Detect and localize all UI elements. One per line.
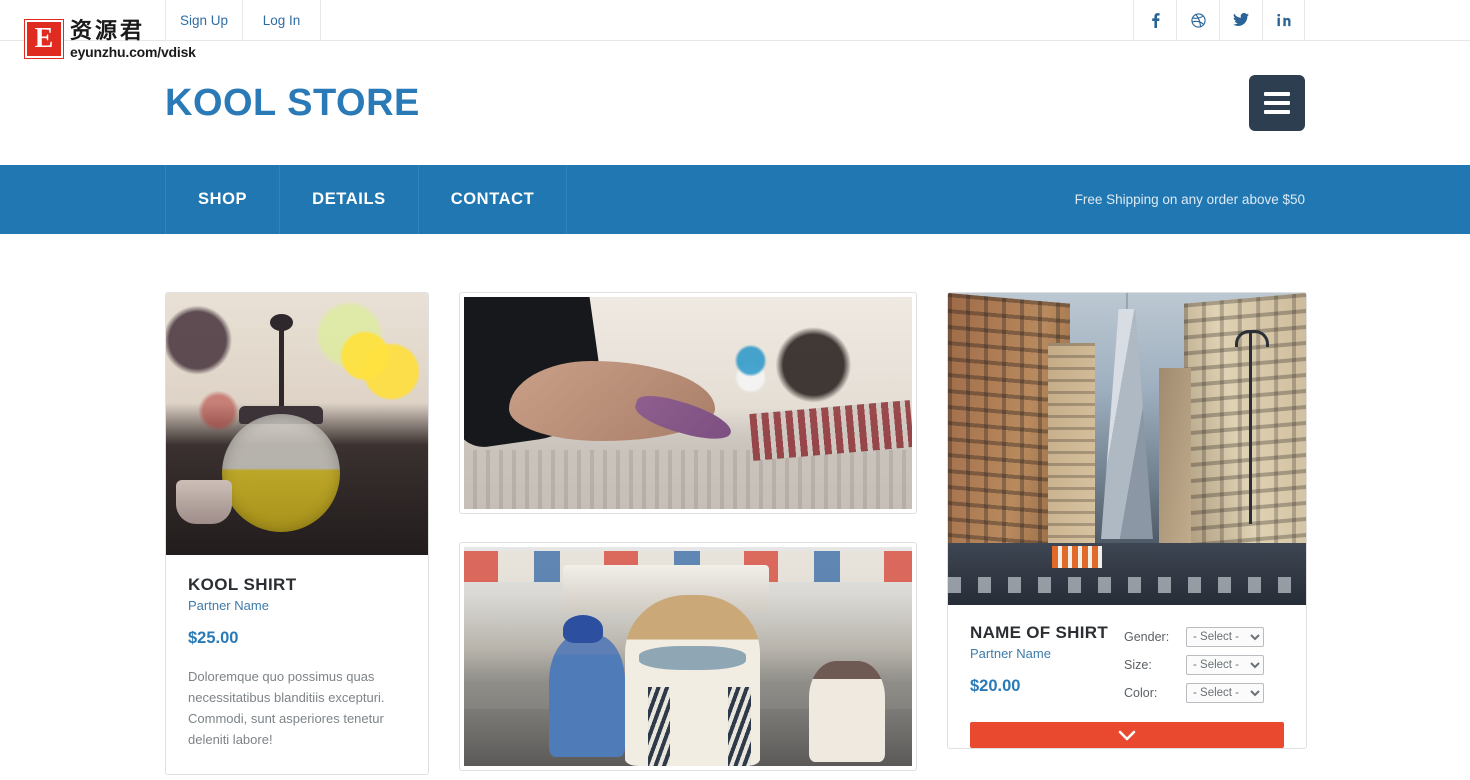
city-road bbox=[948, 542, 1306, 605]
dribbble-icon[interactable] bbox=[1176, 0, 1219, 40]
gender-select[interactable]: - Select - bbox=[1186, 627, 1264, 647]
city-tower-main bbox=[1101, 308, 1153, 540]
partner-name: Partner Name bbox=[970, 646, 1051, 661]
partner-name: Partner Name bbox=[188, 598, 269, 613]
product-price: $20.00 bbox=[970, 677, 1021, 695]
shipping-promo-text: Free Shipping on any order above $50 bbox=[1074, 192, 1305, 207]
product-card-kool-shirt[interactable]: KOOL SHIRT Partner Name $25.00 Doloremqu… bbox=[165, 292, 429, 776]
option-row-color: Color: - Select - bbox=[1124, 683, 1284, 703]
top-bar-links: Sign Up Log In bbox=[165, 0, 322, 40]
dribbble-glyph bbox=[1190, 12, 1206, 28]
image-card-street[interactable] bbox=[459, 542, 917, 771]
teacup bbox=[176, 479, 233, 524]
street-rider-helmet bbox=[562, 614, 603, 644]
page-title: KOOL STORE bbox=[165, 81, 420, 124]
site-header: KOOL STORE bbox=[0, 41, 1470, 165]
nav-item-shop[interactable]: SHOP bbox=[165, 165, 281, 234]
color-select[interactable]: - Select - bbox=[1186, 683, 1264, 703]
twitter-glyph bbox=[1233, 13, 1249, 27]
city-street-lamp bbox=[1235, 330, 1270, 524]
street-woman-scarf bbox=[638, 645, 747, 670]
chevron-down-icon bbox=[1118, 730, 1136, 740]
linkedin-glyph bbox=[1276, 13, 1290, 27]
product-image-street-scene bbox=[464, 547, 912, 766]
product-column-right: NAME OF SHIRT Partner Name $20.00 Gender… bbox=[947, 292, 1307, 780]
product-card-body: NAME OF SHIRT Partner Name $20.00 Gender… bbox=[948, 605, 1306, 714]
gender-label: Gender: bbox=[1124, 630, 1170, 644]
hamburger-menu-button[interactable] bbox=[1249, 75, 1305, 131]
top-bar: Sign Up Log In E 资源君 eyunzhu.com/vdisk bbox=[0, 0, 1470, 60]
street-rider bbox=[549, 634, 626, 758]
product-card-name-of-shirt[interactable]: NAME OF SHIRT Partner Name $20.00 Gender… bbox=[947, 292, 1307, 749]
city-building-midleft bbox=[1048, 342, 1095, 543]
facebook-glyph bbox=[1151, 13, 1160, 28]
backpack-strap-right bbox=[728, 687, 751, 766]
city-tower-secondary bbox=[1159, 367, 1192, 543]
cta-wrapper bbox=[948, 714, 1306, 748]
product-image-city-street bbox=[948, 293, 1306, 605]
product-description: Doloremque quo possimus quas necessitati… bbox=[188, 669, 385, 748]
option-row-gender: Gender: - Select - bbox=[1124, 627, 1284, 647]
option-row-size: Size: - Select - bbox=[1124, 655, 1284, 675]
city-crosswalk bbox=[948, 576, 1306, 593]
hamburger-bar bbox=[1264, 110, 1290, 114]
nav-item-details[interactable]: DETAILS bbox=[280, 165, 419, 234]
mixer-faders bbox=[464, 449, 912, 509]
image-card-mixer[interactable] bbox=[459, 292, 917, 514]
size-select[interactable]: - Select - bbox=[1186, 655, 1264, 675]
hamburger-bar bbox=[1264, 101, 1290, 105]
main-navigation: SHOP DETAILS CONTACT Free Shipping on an… bbox=[0, 165, 1470, 234]
nav-item-contact[interactable]: CONTACT bbox=[419, 165, 568, 234]
city-traffic-cones bbox=[1051, 545, 1102, 568]
facebook-icon[interactable] bbox=[1133, 0, 1176, 40]
hamburger-bar bbox=[1264, 92, 1290, 96]
sign-up-link[interactable]: Sign Up bbox=[165, 0, 244, 40]
product-options: Gender: - Select - Size: - Select - Colo… bbox=[1124, 623, 1284, 711]
product-image-mixing-console bbox=[464, 297, 912, 509]
product-price: $25.00 bbox=[188, 629, 239, 647]
product-card-body: KOOL SHIRT Partner Name $25.00 Doloremqu… bbox=[166, 555, 428, 774]
log-in-link[interactable]: Log In bbox=[243, 0, 322, 40]
product-grid: KOOL SHIRT Partner Name $25.00 Doloremqu… bbox=[0, 234, 1470, 780]
social-links bbox=[1133, 0, 1305, 40]
color-label: Color: bbox=[1124, 686, 1158, 700]
product-info: NAME OF SHIRT Partner Name $20.00 bbox=[970, 623, 1124, 714]
size-label: Size: bbox=[1124, 658, 1152, 672]
backpack-strap-left bbox=[647, 687, 671, 766]
product-image-teapot bbox=[166, 293, 428, 555]
expand-details-button[interactable] bbox=[970, 722, 1284, 748]
product-column-middle bbox=[459, 292, 917, 780]
street-rider-second bbox=[808, 660, 886, 762]
linkedin-icon[interactable] bbox=[1262, 0, 1305, 40]
product-title: KOOL SHIRT bbox=[188, 575, 297, 594]
product-column-left: KOOL SHIRT Partner Name $25.00 Doloremqu… bbox=[165, 292, 429, 780]
twitter-icon[interactable] bbox=[1219, 0, 1262, 40]
top-bar-spacer bbox=[321, 0, 1133, 40]
teapot-body bbox=[222, 413, 341, 532]
product-title: NAME OF SHIRT bbox=[970, 623, 1109, 642]
